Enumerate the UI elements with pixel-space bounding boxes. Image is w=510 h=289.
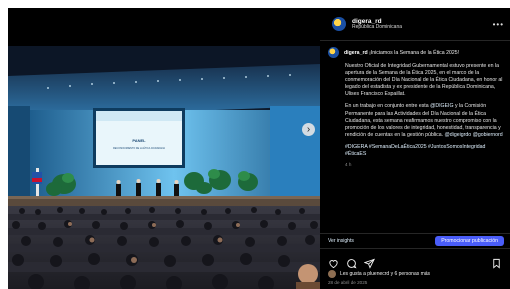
view-insights-link[interactable]: Ver insights	[328, 238, 354, 244]
caption-title-line: digera_rd ¡Iniciamos la Semana de la Éti…	[344, 50, 459, 56]
caption-avatar[interactable]	[328, 47, 339, 58]
stage-screen-subtitle: RECONOCIMIENTO DE LA ÉTICA CIUDADANA	[113, 147, 165, 150]
caption-header: digera_rd ¡Iniciamos la Semana de la Éti…	[328, 47, 504, 58]
more-horizontal-icon[interactable]: •••	[493, 20, 504, 29]
account-info: digera_rd República Dominicana	[352, 18, 402, 31]
mention-digeig[interactable]: @DIGEIG	[430, 103, 453, 109]
account-avatar[interactable]	[332, 17, 346, 31]
post-date: 28 de abril de 2025	[328, 280, 368, 285]
heart-icon[interactable]	[328, 256, 339, 268]
bookmark-icon[interactable]	[491, 256, 502, 269]
share-icon[interactable]	[363, 256, 375, 269]
instagram-post-modal: PANEL RECONOCIMIENTO DE LA ÉTICA CIUDADA…	[8, 8, 510, 289]
caption-paragraph-2-start: En un trabajo en conjunto entre esta	[345, 103, 431, 110]
caption-username[interactable]: digera_rd	[344, 50, 368, 56]
promote-post-button[interactable]: Promocionar publicación	[435, 236, 504, 246]
liker-avatar[interactable]	[328, 270, 336, 278]
stage-screen-title: PANEL	[132, 138, 146, 143]
insights-row: Ver insights Promocionar publicación	[320, 234, 510, 248]
caption-paragraph-2: En un trabajo en conjunto entre esta @DI…	[345, 103, 504, 138]
post-header: digera_rd República Dominicana •••	[320, 8, 510, 40]
post-media[interactable]: PANEL RECONOCIMIENTO DE LA ÉTICA CIUDADA…	[8, 8, 320, 289]
likes-row: Les gusta a pluenecrd y 6 personas más	[320, 268, 510, 278]
comment-icon[interactable]	[346, 256, 357, 268]
post-actions	[320, 249, 510, 269]
caption-paragraph-1: Nuestro Oficial de Integridad Gubernamen…	[345, 63, 503, 98]
caption-mentions[interactable]: @digeigrdo @gobiernord	[445, 132, 503, 138]
likes-text[interactable]: Les gusta a pluenecrd y 6 personas más	[340, 271, 430, 277]
media-top-bar	[8, 8, 320, 48]
post-sidebar: digera_rd República Dominicana ••• diger…	[320, 8, 510, 289]
caption-hashtags[interactable]: #DIGERA #SemanaDeLaÉtica2025 #JuntosSomo…	[345, 144, 504, 158]
post-location[interactable]: República Dominicana	[352, 24, 402, 31]
event-photo: PANEL RECONOCIMIENTO DE LA ÉTICA CIUDADA…	[8, 46, 320, 289]
post-caption: digera_rd ¡Iniciamos la Semana de la Éti…	[320, 41, 510, 233]
caption-title: ¡Iniciamos la Semana de la Ética 2025!	[369, 49, 460, 56]
next-image-button[interactable]: ›	[302, 123, 315, 136]
caption-time: 4 h	[345, 162, 352, 168]
